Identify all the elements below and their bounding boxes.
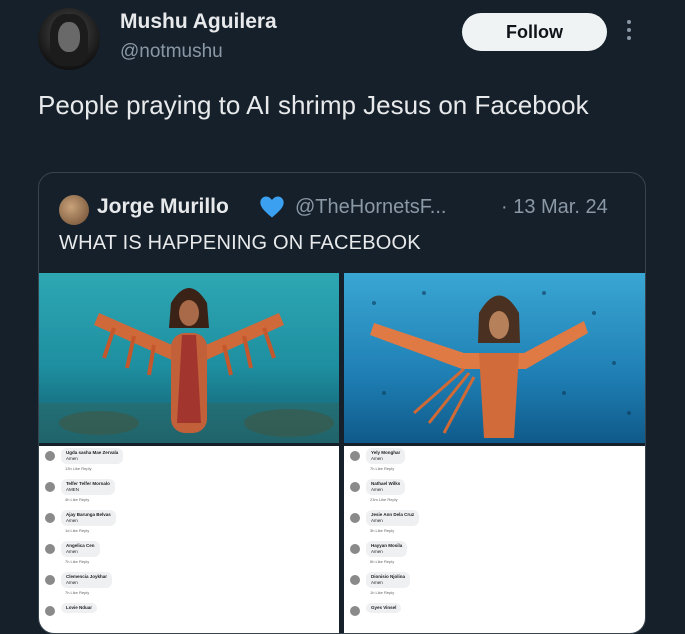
comments-screenshot-left[interactable]: Ugda sasha Mae Zervala Amen 13h Like Repl…	[39, 446, 339, 633]
comment-bubble: Ugda sasha Mae Zervala Amen	[61, 448, 124, 464]
quote-text: WHAT IS HAPPENING ON FACEBOOK	[59, 232, 421, 254]
comment-item: Clemencia Joykhar Amen 7h Like Reply	[45, 572, 325, 602]
commenter-avatar	[45, 544, 55, 554]
comment-bubble: Gyes Vinsel	[366, 603, 402, 613]
comment-meta: 7h Like Reply	[370, 466, 395, 471]
author-name[interactable]: Mushu Aguilera	[120, 10, 277, 34]
quote-date[interactable]: · 13 Mar. 24	[501, 196, 608, 219]
commenter-avatar	[45, 606, 55, 616]
comment-text: Amen	[371, 487, 383, 492]
more-options-icon[interactable]	[624, 20, 634, 46]
comment-bubble: Hayyan Mosila Amen	[366, 541, 408, 557]
shrimp-figure-illustration-2	[370, 291, 631, 438]
comment-meta: 23m Like Reply	[370, 497, 398, 502]
commenter-avatar	[45, 451, 55, 461]
comment-bubble: Dionisio Njolina Amen	[366, 572, 411, 588]
comment-item: Dionisio Njolina Amen 1h Like Reply	[350, 572, 630, 602]
comment-item: Yely Monghar Amen 7h Like Reply	[350, 448, 630, 478]
shrimp-figure-illustration-1	[39, 288, 339, 443]
comment-text: Amen	[66, 456, 78, 461]
shrimp-jesus-image-1[interactable]	[39, 273, 339, 443]
avatar-face	[58, 22, 80, 52]
comment-text: Amen	[66, 580, 78, 585]
commenter-avatar	[350, 544, 360, 554]
comment-meta: 1d Like Reply	[65, 528, 90, 533]
quote-author-handle[interactable]: @TheHornetsF...	[295, 196, 446, 219]
quote-author-name[interactable]: Jorge Murillo	[97, 195, 229, 219]
commenter-avatar	[350, 451, 360, 461]
comment-item: Lovie Nduar	[45, 603, 325, 633]
commenter-name: Gyes Vinsel	[371, 605, 397, 610]
comment-bubble: Angelica Cen Amen	[61, 541, 100, 557]
comment-item: Angelica Cen Amen 7h Like Reply	[45, 541, 325, 571]
comment-item: Nathael Wilks Amen 23m Like Reply	[350, 479, 630, 509]
commenter-name: Lovie Nduar	[66, 605, 93, 610]
comment-item: Jesie Ann Dela Cruz Amen 3h Like Reply	[350, 510, 630, 540]
comment-text: AMEN	[66, 487, 80, 492]
quoted-tweet[interactable]: Jorge Murillo @TheHornetsF... · 13 Mar. …	[38, 172, 646, 634]
verified-heart-icon	[260, 196, 284, 218]
quote-author-avatar[interactable]	[59, 195, 89, 225]
comment-bubble: Jesie Ann Dela Cruz Amen	[366, 510, 420, 526]
tweet-text: People praying to AI shrimp Jesus on Fac…	[38, 90, 589, 120]
comment-bubble: Nathael Wilks Amen	[366, 479, 406, 495]
comment-bubble: Ajay Barunga Belvas Amen	[61, 510, 116, 526]
commenter-avatar	[350, 513, 360, 523]
commenter-avatar	[350, 482, 360, 492]
commenter-avatar	[350, 606, 360, 616]
comment-text: Amen	[371, 580, 383, 585]
comment-item: Ajay Barunga Belvas Amen 1d Like Reply	[45, 510, 325, 540]
comment-text: Amen	[66, 549, 78, 554]
comment-bubble: Yely Monghar Amen	[366, 448, 406, 464]
comment-meta: 13h Like Reply	[65, 466, 92, 471]
follow-button[interactable]: Follow	[462, 13, 607, 51]
comment-text: Amen	[371, 456, 383, 461]
author-handle[interactable]: @notmushu	[120, 41, 223, 63]
comment-item: Hayyan Mosila Amen 6h Like Reply	[350, 541, 630, 571]
comment-item: Telfer Telfer Mornalo AMEN 4h Like Reply	[45, 479, 325, 509]
comment-text: Amen	[66, 518, 78, 523]
commenter-avatar	[45, 575, 55, 585]
comment-bubble: Lovie Nduar	[61, 603, 98, 613]
commenter-avatar	[350, 575, 360, 585]
comment-meta: 1h Like Reply	[370, 590, 395, 595]
comment-meta: 3h Like Reply	[370, 528, 395, 533]
comment-meta: 7h Like Reply	[65, 559, 90, 564]
author-avatar[interactable]	[38, 8, 100, 70]
shrimp-jesus-image-2[interactable]	[344, 273, 645, 443]
commenter-avatar	[45, 482, 55, 492]
comment-meta: 7h Like Reply	[65, 590, 90, 595]
comment-text: Amen	[371, 518, 383, 523]
comments-screenshot-right[interactable]: Yely Monghar Amen 7h Like Reply Nathael W…	[344, 446, 645, 633]
comment-meta: 6h Like Reply	[370, 559, 395, 564]
comment-text: Amen	[371, 549, 383, 554]
comment-item: Gyes Vinsel	[350, 603, 630, 633]
comment-bubble: Clemencia Joykhar Amen	[61, 572, 113, 588]
commenter-avatar	[45, 513, 55, 523]
comment-item: Ugda sasha Mae Zervala Amen 13h Like Repl…	[45, 448, 325, 478]
comment-bubble: Telfer Telfer Mornalo AMEN	[61, 479, 115, 495]
comment-meta: 4h Like Reply	[65, 497, 90, 502]
